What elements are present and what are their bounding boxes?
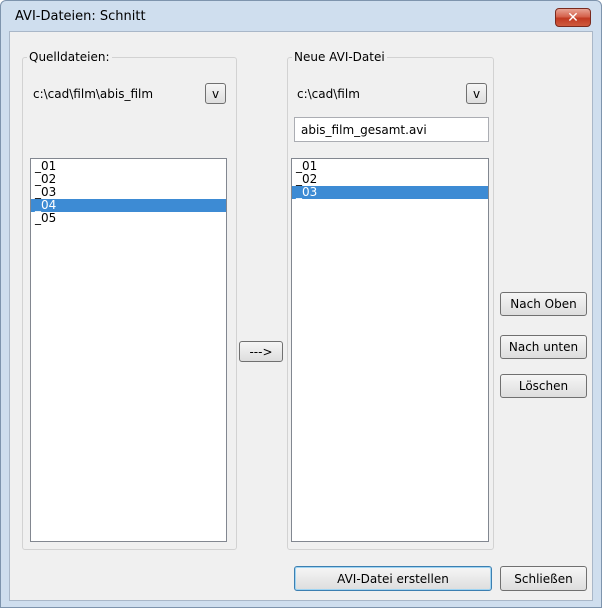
dialog-window: AVI-Dateien: Schnitt ✕ Quelldateien: c:\… <box>0 0 602 608</box>
move-down-button[interactable]: Nach unten <box>500 335 587 359</box>
dialog-client-area: Quelldateien: c:\cad\film\abis_film v _0… <box>9 31 593 601</box>
close-button[interactable]: Schließen <box>500 566 587 591</box>
source-file-list[interactable]: _01 _02 _03 _04 _05 <box>30 158 227 542</box>
create-avi-button[interactable]: AVI-Datei erstellen <box>294 566 492 591</box>
source-path: c:\cad\film\abis_film <box>33 87 154 101</box>
list-item[interactable]: _01 <box>31 160 226 173</box>
target-file-list[interactable]: _01 _02 _03 <box>291 158 489 542</box>
filename-input[interactable] <box>294 117 489 142</box>
window-title: AVI-Dateien: Schnitt <box>15 9 146 24</box>
target-path: c:\cad\film <box>297 87 360 101</box>
delete-button[interactable]: Löschen <box>500 374 587 398</box>
list-item[interactable]: _01 <box>292 160 488 173</box>
list-item-selected[interactable]: _03 <box>292 186 488 199</box>
new-avi-legend: Neue AVI-Datei <box>294 50 385 64</box>
source-browse-button[interactable]: v <box>205 83 226 104</box>
list-item[interactable]: _02 <box>292 173 488 186</box>
list-item[interactable]: _02 <box>31 173 226 186</box>
list-item[interactable]: _03 <box>31 186 226 199</box>
transfer-button[interactable]: ---> <box>239 341 283 362</box>
list-item[interactable]: _05 <box>31 212 226 225</box>
title-bar[interactable]: AVI-Dateien: Schnitt ✕ <box>1 1 601 31</box>
source-files-legend: Quelldateien: <box>29 50 110 64</box>
target-browse-button[interactable]: v <box>466 83 487 104</box>
move-up-button[interactable]: Nach Oben <box>500 292 587 316</box>
list-item-selected[interactable]: _04 <box>31 199 226 212</box>
close-icon[interactable]: ✕ <box>555 8 591 27</box>
